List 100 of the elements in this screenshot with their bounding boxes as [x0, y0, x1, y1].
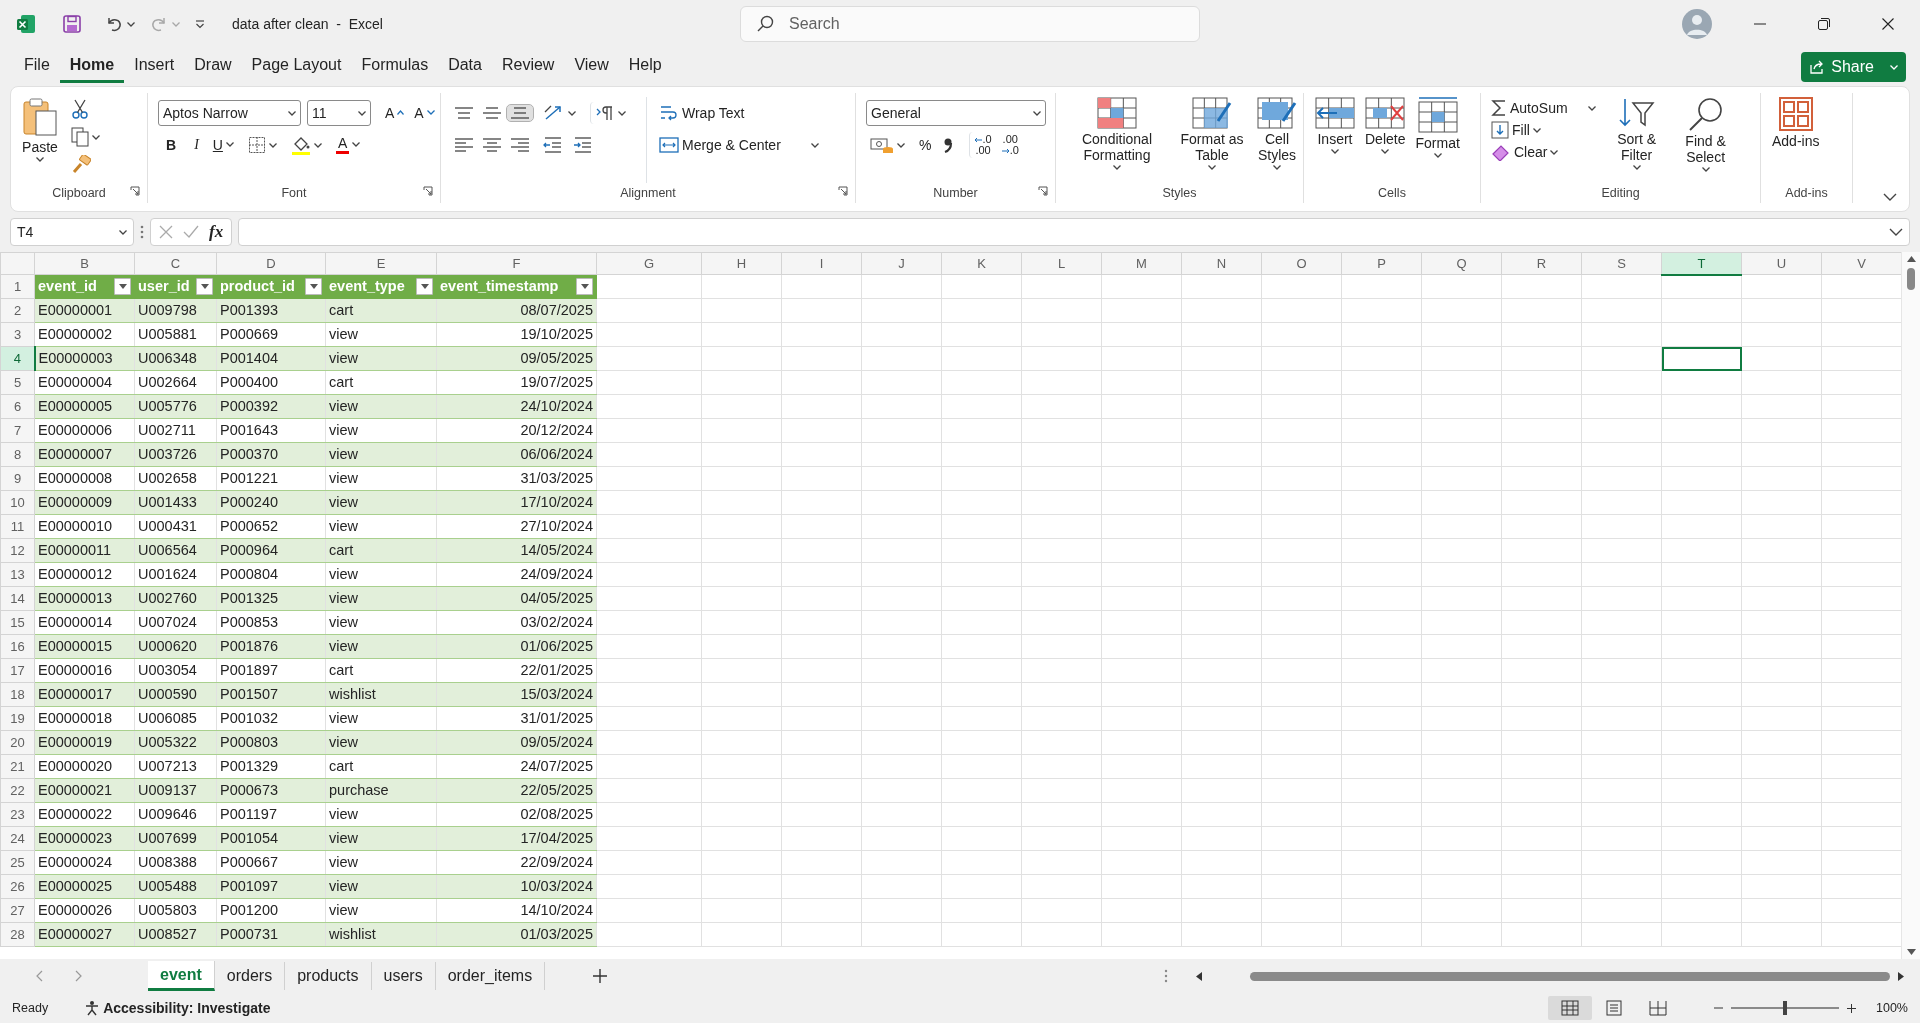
ribbon-tab[interactable]: Review — [491, 50, 565, 84]
decrease-decimal-button[interactable]: .00 .0 — [997, 132, 1023, 158]
column-header[interactable]: K — [941, 252, 1022, 275]
row-header[interactable]: 24 — [0, 826, 35, 851]
filter-button[interactable] — [114, 278, 131, 295]
ribbon-tab[interactable]: File — [14, 50, 60, 84]
ribbon-tab[interactable]: Draw — [184, 50, 242, 84]
row-header[interactable]: 4 — [0, 346, 35, 371]
column-header[interactable]: R — [1501, 252, 1582, 275]
row-header[interactable]: 16 — [0, 634, 35, 659]
column-header[interactable]: B — [34, 252, 135, 275]
name-box[interactable]: T4 — [10, 218, 134, 246]
ribbon-tab[interactable]: Data — [438, 50, 492, 84]
row-header[interactable]: 22 — [0, 778, 35, 803]
row-header[interactable]: 5 — [0, 370, 35, 395]
column-header[interactable]: I — [781, 252, 862, 275]
column-header[interactable]: Q — [1421, 252, 1502, 275]
fill-button[interactable]: Fill — [1487, 119, 1600, 141]
font-color-button[interactable]: A — [331, 133, 365, 157]
insert-function-button[interactable]: fx — [209, 221, 224, 243]
font-size-dropdown[interactable]: 11 — [307, 100, 371, 126]
autosum-button[interactable]: AutoSum — [1487, 97, 1600, 119]
filter-button[interactable] — [196, 278, 213, 295]
row-header[interactable]: 2 — [0, 298, 35, 323]
row-header[interactable]: 7 — [0, 418, 35, 443]
search-field[interactable]: Search — [740, 6, 1200, 42]
row-header[interactable]: 13 — [0, 562, 35, 587]
filter-button[interactable] — [576, 278, 593, 295]
ribbon-tab[interactable]: Home — [59, 50, 125, 84]
insert-cells-button[interactable]: Insert — [1310, 93, 1360, 183]
column-header[interactable]: P — [1341, 252, 1422, 275]
sheet-tab[interactable]: users — [371, 962, 436, 990]
scrollbar-thumb[interactable] — [1907, 268, 1915, 290]
increase-decimal-button[interactable]: .0 .00 — [969, 132, 996, 158]
row-header[interactable]: 9 — [0, 466, 35, 491]
dialog-launcher-button[interactable] — [1037, 185, 1049, 197]
cell-styles-button[interactable]: Cell Styles — [1252, 93, 1302, 183]
column-header[interactable]: V — [1821, 252, 1901, 275]
column-header[interactable]: C — [134, 252, 217, 275]
row-header[interactable]: 3 — [0, 322, 35, 347]
row-header[interactable]: 8 — [0, 442, 35, 467]
conditional-formatting-button[interactable]: Conditional Formatting — [1062, 93, 1172, 183]
zoom-slider-thumb[interactable] — [1783, 1001, 1787, 1015]
number-format-dropdown[interactable]: General — [866, 100, 1046, 126]
row-header[interactable]: 21 — [0, 754, 35, 779]
column-header[interactable]: T — [1661, 252, 1742, 275]
column-header[interactable]: L — [1021, 252, 1102, 275]
sheet-tab[interactable]: event — [148, 960, 215, 992]
column-header[interactable]: G — [596, 252, 702, 275]
active-cell[interactable] — [1661, 346, 1742, 371]
row-header[interactable]: 23 — [0, 802, 35, 827]
align-bottom-button[interactable] — [507, 105, 533, 121]
font-name-dropdown[interactable]: Aptos Narrow — [158, 100, 301, 126]
paste-button[interactable]: Paste — [17, 93, 63, 183]
column-header[interactable]: E — [325, 252, 437, 275]
column-header[interactable]: F — [436, 252, 597, 275]
sort-filter-button[interactable]: Sort & Filter — [1603, 93, 1670, 183]
column-header[interactable]: S — [1581, 252, 1662, 275]
row-header[interactable]: 19 — [0, 706, 35, 731]
sheet-tab[interactable]: orders — [214, 962, 286, 990]
ribbon-tab[interactable]: Insert — [124, 50, 185, 84]
row-header[interactable]: 20 — [0, 730, 35, 755]
filter-button[interactable] — [305, 278, 322, 295]
row-header[interactable]: 10 — [0, 490, 35, 515]
row-header[interactable]: 26 — [0, 874, 35, 899]
view-normal-button[interactable] — [1548, 996, 1592, 1020]
find-select-button[interactable]: Find & Select — [1673, 93, 1738, 183]
row-header[interactable]: 14 — [0, 586, 35, 611]
row-header[interactable]: 27 — [0, 898, 35, 923]
row-header[interactable]: 28 — [0, 922, 35, 947]
row-header[interactable]: 6 — [0, 394, 35, 419]
dialog-launcher-button[interactable] — [422, 185, 434, 197]
row-header[interactable]: 18 — [0, 682, 35, 707]
column-header[interactable]: N — [1181, 252, 1262, 275]
row-header[interactable]: 25 — [0, 850, 35, 875]
accessibility-button[interactable]: Accessibility: Investigate — [84, 999, 271, 1017]
column-header[interactable]: M — [1101, 252, 1182, 275]
column-header[interactable]: U — [1741, 252, 1822, 275]
delete-cells-button[interactable]: Delete — [1360, 93, 1411, 183]
horizontal-scrollbar-thumb[interactable] — [1250, 971, 1890, 981]
grow-font-button[interactable]: A — [381, 102, 409, 124]
column-header[interactable]: J — [861, 252, 942, 275]
ribbon-tab[interactable]: Formulas — [351, 50, 439, 84]
percent-button[interactable]: % — [915, 134, 936, 156]
row-header[interactable]: 17 — [0, 658, 35, 683]
wrap-text-button[interactable]: Wrap Text — [655, 101, 749, 125]
italic-button[interactable]: I — [186, 134, 207, 156]
format-as-table-button[interactable]: Format as Table — [1172, 93, 1252, 183]
sheet-tab[interactable]: order_items — [435, 962, 546, 990]
shrink-font-button[interactable]: A — [410, 102, 439, 124]
column-header[interactable]: O — [1261, 252, 1342, 275]
format-cells-button[interactable]: Format — [1410, 93, 1465, 183]
clear-button[interactable]: Clear — [1487, 141, 1600, 163]
underline-button[interactable]: U — [208, 134, 238, 156]
sheet-tab[interactable]: products — [285, 962, 372, 990]
dialog-launcher-button[interactable] — [129, 185, 141, 197]
ribbon-tab[interactable]: Help — [618, 50, 672, 84]
filter-button[interactable] — [416, 278, 433, 295]
formula-input[interactable] — [238, 218, 1910, 246]
column-header[interactable]: H — [701, 252, 782, 275]
